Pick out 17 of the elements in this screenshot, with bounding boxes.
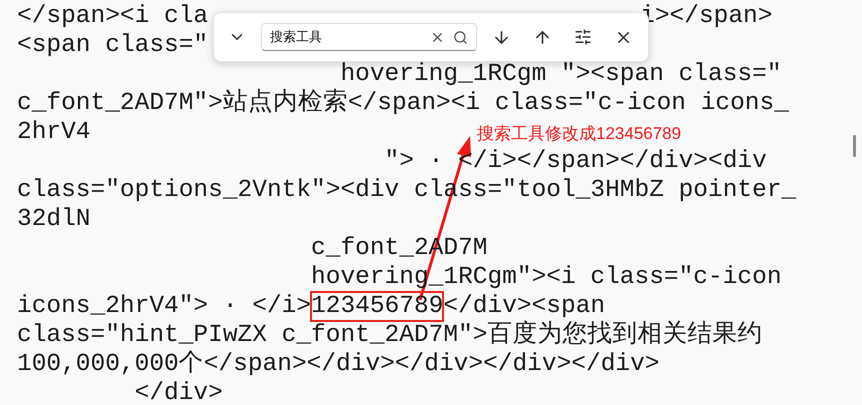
code-text: 100,000,000个</span></div></div></div></div> (17, 350, 660, 379)
code-text: <span class=" (17, 31, 208, 60)
code-text: </div> (134, 379, 223, 405)
code-text: class="hint_PIwZX c_font_2AD7M">百度为您找到相关结果约 (17, 321, 762, 350)
code-text: c_font_2AD7M">站点内检索</span><i class="c-icon icons_ (17, 89, 789, 118)
search-field[interactable]: 搜索工具 (260, 23, 477, 51)
search-input[interactable]: 搜索工具 (270, 27, 430, 47)
code-text: hovering_1RCgm "><span class=" (339, 60, 782, 88)
code-text: i></span> (640, 2, 772, 31)
code-text: </span><i cla (17, 2, 208, 31)
search-icon[interactable] (452, 30, 468, 44)
annotation-text: 搜索工具修改成123456789 (477, 123, 682, 145)
code-text: </div><span (443, 292, 606, 320)
highlighted-match: 123456789 (311, 292, 444, 321)
code-text: icons_2hrV4"> · </i> (17, 292, 312, 321)
code-text: 2hrV4 (17, 118, 91, 147)
code-text: 32dlN (17, 205, 91, 234)
